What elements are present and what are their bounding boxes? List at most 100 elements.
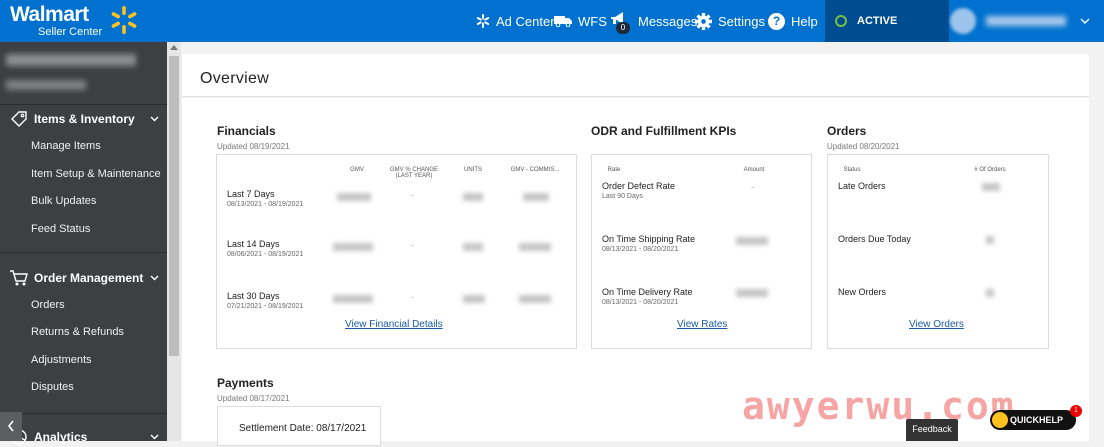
feedback-button[interactable]: Feedback: [906, 419, 958, 441]
nav-ad-center[interactable]: Ad Center: [476, 0, 555, 42]
value-redacted: [986, 236, 994, 244]
sidebar-section-items-inventory[interactable]: Items & Inventory: [0, 108, 167, 130]
kpis-card: Rate Amount Order Defect Rate Last 90 Da…: [591, 154, 812, 349]
nav-wfs-label: WFS: [578, 13, 607, 29]
orders-card: Status # Of Orders Late Orders Orders Du…: [827, 154, 1049, 349]
sidebar-item-feed-status[interactable]: Feed Status: [31, 223, 90, 235]
spark-logo-icon: [111, 6, 137, 34]
sidebar-section-label: Items & Inventory: [34, 112, 135, 126]
status-label: ACTIVE: [857, 15, 898, 27]
col-status: Status: [843, 167, 861, 173]
row-label: Last 7 Days: [227, 189, 275, 199]
amount-value: -: [751, 182, 754, 192]
row-label: Late Orders: [838, 181, 886, 191]
financials-updated: Updated 08/19/2021: [217, 142, 290, 151]
sidebar-section-analytics[interactable]: Analytics: [0, 427, 167, 447]
col-amount: Amount: [743, 167, 765, 173]
row-label: Last 14 Days: [227, 239, 280, 249]
value-redacted: [523, 193, 549, 201]
value-redacted: [519, 295, 551, 303]
sidebar-section-label: Order Management: [34, 271, 144, 285]
quickhelp-label: QUICKHELP: [1010, 415, 1064, 425]
sidebar-divider: [0, 252, 167, 253]
payments-title: Payments: [217, 376, 274, 390]
sidebar-section-label: Analytics: [34, 430, 88, 444]
chevron-down-icon: [150, 434, 159, 440]
value-redacted: [463, 193, 483, 201]
nav-settings[interactable]: Settings: [695, 0, 765, 42]
value-redacted: [333, 243, 373, 251]
sidebar-item-adjustments[interactable]: Adjustments: [31, 354, 92, 366]
walmart-logo[interactable]: Walmart Seller Center: [10, 3, 137, 38]
nav-help[interactable]: ? Help: [768, 0, 818, 42]
quickhelp-icon: [992, 412, 1008, 428]
sidebar: Items & Inventory Manage Items Item Setu…: [0, 42, 167, 445]
kpis-title: ODR and Fulfillment KPIs: [591, 124, 737, 138]
watermark-text: awyerwu.com: [742, 384, 1016, 428]
sidebar-item-disputes[interactable]: Disputes: [31, 381, 74, 393]
top-bar: Walmart Seller Center Ad Center WFS 0 Me…: [0, 0, 1104, 42]
financials-title: Financials: [217, 124, 276, 138]
row-label: Last 30 Days: [227, 291, 280, 301]
brand-sub: Seller Center: [38, 26, 103, 38]
help-icon: ?: [768, 12, 785, 30]
nav-messages-label: Messages: [638, 13, 698, 29]
payments-updated: Updated 08/17/2021: [217, 394, 290, 403]
quickhelp-badge: 1: [1070, 405, 1082, 417]
chevron-down-icon: [150, 275, 159, 281]
row-range: 07/21/2021 - 08/19/2021: [227, 303, 304, 310]
value-redacted: [337, 193, 371, 201]
user-menu[interactable]: [944, 0, 1104, 42]
col-gmv-commission: GMV - COMMIS...: [510, 167, 560, 173]
col-units: Units: [464, 167, 482, 173]
col-gmv-change: GMV % CHANGE (LAST YEAR): [389, 167, 438, 179]
sidebar-item-manage-items[interactable]: Manage Items: [31, 140, 101, 152]
gmv-change-value: -: [411, 292, 414, 302]
row-range: 08/13/2021 - 08/19/2021: [227, 201, 304, 208]
orders-updated: Updated 08/20/2021: [827, 142, 900, 151]
sidebar-item-item-setup[interactable]: Item Setup & Maintenance: [31, 168, 161, 180]
account-status: ACTIVE: [825, 0, 949, 42]
col-gmv: GMV: [350, 167, 364, 173]
row-range: 08/13/2021 - 08/20/2021: [602, 246, 679, 253]
view-financial-details-link[interactable]: View Financial Details: [345, 319, 443, 330]
sidebar-item-orders[interactable]: Orders: [31, 299, 65, 311]
row-label: On Time Delivery Rate: [602, 287, 693, 297]
store-id-redacted: [6, 80, 86, 90]
view-rates-link[interactable]: View Rates: [677, 319, 727, 330]
chevron-down-icon: [1080, 18, 1090, 24]
sidebar-item-bulk-updates[interactable]: Bulk Updates: [31, 195, 96, 207]
col-order-count: # Of Orders: [974, 167, 1006, 173]
quickhelp-button[interactable]: QUICKHELP: [990, 410, 1076, 430]
page-title: Overview: [200, 70, 270, 87]
row-label: Order Defect Rate: [602, 181, 676, 191]
gmv-change-value: -: [411, 190, 414, 200]
collapse-sidebar-button[interactable]: [0, 412, 22, 441]
value-redacted: [333, 295, 373, 303]
value-redacted: [463, 295, 485, 303]
value-redacted: [736, 237, 768, 245]
spark-icon: [476, 14, 490, 28]
col-rate: Rate: [607, 167, 621, 173]
nav-ad-center-label: Ad Center: [496, 13, 555, 29]
value-redacted: [986, 289, 994, 297]
store-name-redacted: [6, 54, 136, 66]
nav-help-label: Help: [791, 13, 818, 29]
scroll-up-icon[interactable]: [170, 44, 178, 50]
row-range: Last 90 Days: [602, 193, 643, 200]
gear-icon: [695, 12, 712, 30]
row-range: 08/13/2021 - 08/20/2021: [602, 299, 679, 306]
row-label: On Time Shipping Rate: [602, 234, 696, 244]
truck-icon: [554, 16, 572, 27]
brand-name: Walmart: [10, 3, 89, 26]
page-header: Overview: [182, 54, 1089, 97]
scrollbar-thumb[interactable]: [169, 56, 179, 356]
nav-wfs[interactable]: WFS: [554, 0, 607, 42]
view-orders-link[interactable]: View Orders: [909, 319, 964, 330]
payments-card: Settlement Date: 08/17/2021: [217, 406, 381, 446]
nav-messages[interactable]: 0 Messages: [610, 0, 697, 42]
sidebar-section-order-management[interactable]: Order Management: [0, 267, 167, 289]
value-redacted: [982, 183, 1000, 191]
sidebar-item-returns-refunds[interactable]: Returns & Refunds: [31, 326, 124, 338]
vertical-scrollbar[interactable]: [167, 42, 181, 441]
